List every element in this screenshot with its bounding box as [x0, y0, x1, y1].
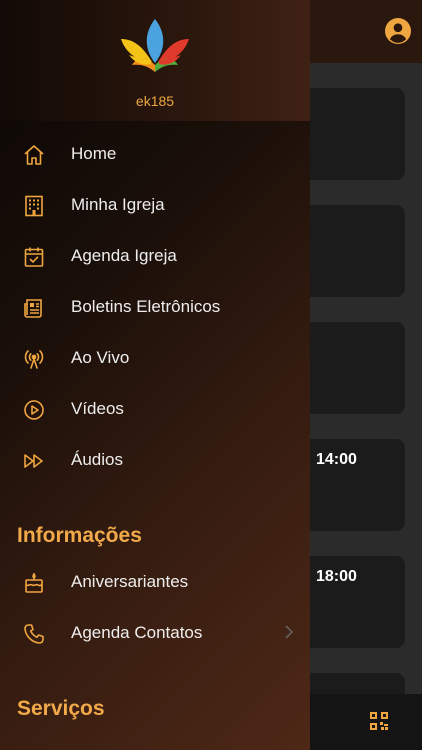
play-circle-icon [24, 400, 44, 420]
menu-item-videos[interactable]: Vídeos [0, 386, 310, 432]
chevron-right-icon [285, 625, 294, 639]
menu-item-label: Agenda Igreja [71, 246, 177, 265]
menu-item-ao-vivo[interactable]: Ao Vivo [0, 335, 310, 381]
menu-item-audios[interactable]: Áudios [0, 437, 310, 483]
menu-item-label: Boletins Eletrônicos [71, 297, 221, 316]
church-logo-icon [121, 19, 189, 72]
account-circle-icon[interactable] [385, 18, 411, 44]
event-time: 14:00 [316, 451, 357, 468]
menu-item-aniversariantes[interactable]: Aniversariantes [0, 559, 310, 605]
cake-icon [25, 572, 43, 593]
menu-item-label: Home [71, 144, 117, 163]
event-time: 18:00 [316, 568, 357, 585]
section-title-informacoes: Informações [17, 524, 142, 547]
menu-item-label: Vídeos [71, 399, 124, 418]
newspaper-icon [24, 299, 42, 318]
drawer-header: ek185 [0, 0, 310, 121]
menu-item-label: Aniversariantes [71, 572, 189, 591]
menu-item-label: Agenda Contatos [71, 623, 203, 642]
menu-item-agenda-contatos[interactable]: Agenda Contatos [0, 610, 310, 656]
menu-item-minha-igreja[interactable]: Minha Igreja [0, 182, 310, 228]
menu-item-agenda-igreja[interactable]: Agenda Igreja [0, 233, 310, 279]
broadcast-icon [24, 350, 44, 369]
fast-forward-icon [24, 454, 43, 468]
home-icon [24, 145, 44, 165]
navigation-drawer: ek185 Home Minha Igreja Agenda Igreja Bo… [0, 0, 310, 750]
qr-code-icon[interactable] [370, 712, 388, 730]
calendar-check-icon [24, 247, 44, 267]
building-icon [25, 195, 43, 217]
menu-item-label: Ao Vivo [71, 348, 130, 367]
username: ek185 [135, 93, 175, 109]
menu-item-label: Áudios [71, 450, 123, 469]
section-title-servicos: Serviços [17, 697, 105, 720]
phone-icon [24, 624, 44, 644]
menu-item-home[interactable]: Home [0, 131, 310, 177]
menu-item-label: Minha Igreja [71, 195, 165, 214]
menu-item-boletins[interactable]: Boletins Eletrônicos [0, 284, 310, 330]
